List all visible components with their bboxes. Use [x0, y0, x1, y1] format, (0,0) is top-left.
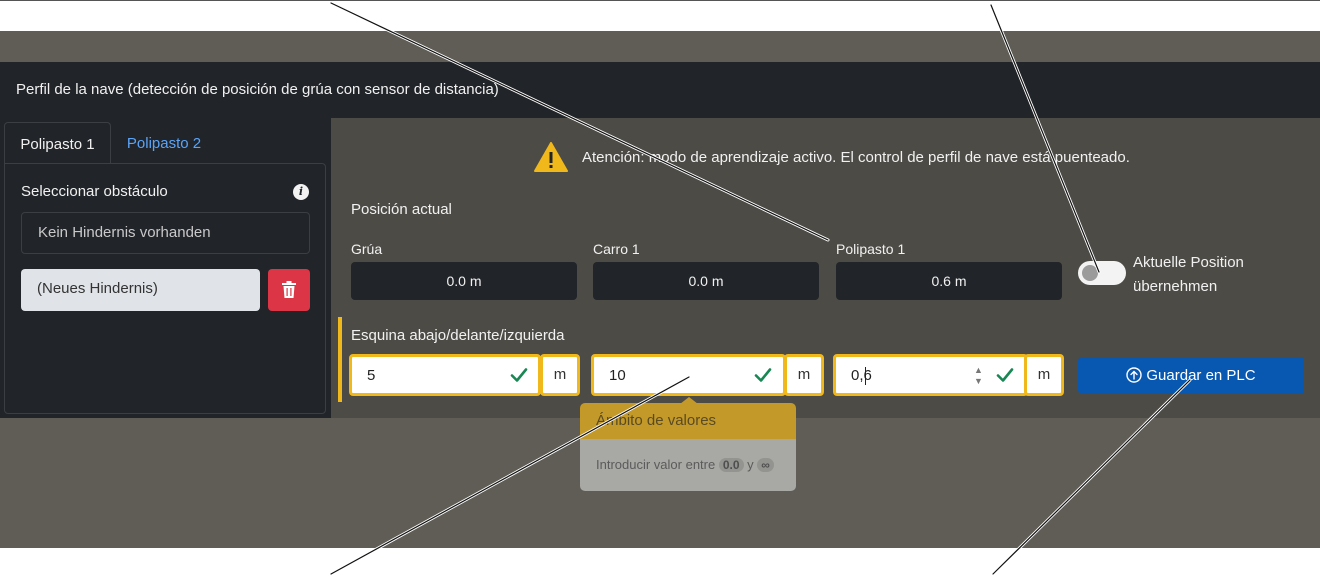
- screen: Perfil de la nave (detección de posición…: [0, 0, 1320, 580]
- obstacle-select-label: Seleccionar obstáculo: [21, 183, 168, 200]
- warning-triangle-icon: [534, 142, 568, 172]
- top-rule: [0, 0, 1320, 1]
- tooltip-max: ∞: [757, 458, 774, 472]
- obstacle-panel: Polipasto 1 Polipasto 2 Seleccionar obst…: [0, 118, 331, 418]
- crane-position-value: 0.0 m: [351, 262, 577, 300]
- learning-mode-warning: Atención: modo de aprendizaje activo. El…: [582, 149, 1130, 166]
- corner-z-value: 0,6: [851, 367, 872, 384]
- tooltip-body: Introducir valor entre 0.0 y ∞: [580, 439, 796, 491]
- tooltip-min: 0.0: [718, 458, 744, 472]
- corner-x-input[interactable]: 5: [349, 354, 541, 396]
- upload-icon: [1126, 367, 1143, 383]
- tooltip-title: Ámbito de valores: [580, 403, 796, 439]
- corner-x-value: 5: [367, 367, 376, 384]
- corner-y-input[interactable]: 10: [591, 354, 786, 396]
- crane-label: Grúa: [351, 241, 383, 257]
- corner-z-unit: m: [1024, 354, 1064, 396]
- corner-y-value: 10: [609, 367, 626, 384]
- page-header: Perfil de la nave (detección de posición…: [0, 62, 1320, 118]
- take-position-toggle[interactable]: [1078, 261, 1126, 285]
- check-icon: [754, 368, 772, 382]
- check-icon: [510, 368, 528, 382]
- save-to-plc-label: Guardar en PLC: [1146, 367, 1256, 384]
- tab-content: Seleccionar obstáculo i Kein Hindernis v…: [4, 163, 326, 414]
- trolley-position-value: 0.0 m: [593, 262, 819, 300]
- delete-obstacle-button[interactable]: [268, 269, 310, 311]
- corner-y-unit: m: [784, 354, 824, 396]
- corner-z-input[interactable]: 0,6 ▲ ▼: [833, 354, 1028, 396]
- tooltip-text: Introducir valor entre: [596, 457, 716, 472]
- toggle-knob: [1082, 265, 1098, 281]
- take-position-label: Aktuelle Position übernehmen: [1133, 254, 1244, 295]
- main-panel: Atención: modo de aprendizaje activo. El…: [331, 118, 1320, 418]
- text-caret: [865, 367, 866, 385]
- save-to-plc-button[interactable]: Guardar en PLC: [1078, 357, 1304, 394]
- info-icon[interactable]: i: [293, 184, 309, 200]
- corner-y-group[interactable]: 10 m: [591, 354, 824, 396]
- trolley-label: Carro 1: [593, 241, 640, 257]
- value-range-tooltip: Ámbito de valores Introducir valor entre…: [580, 397, 796, 491]
- corner-z-group: 0,6 ▲ ▼ m: [833, 354, 1064, 396]
- tooltip-conj: y: [747, 457, 754, 472]
- corner-x-group: 5 m: [349, 354, 580, 396]
- page-title: Perfil de la nave (detección de posición…: [16, 81, 499, 98]
- hoist-label: Polipasto 1: [836, 241, 906, 257]
- hoist-tabs: Polipasto 1 Polipasto 2: [4, 122, 326, 164]
- tab-polipasto-2[interactable]: Polipasto 2: [112, 122, 216, 164]
- obstacle-list-item[interactable]: Kein Hindernis vorhanden: [21, 212, 310, 254]
- hoist-position-value: 0.6 m: [836, 262, 1062, 300]
- check-icon: [996, 368, 1014, 382]
- tab-polipasto-1[interactable]: Polipasto 1: [4, 122, 111, 164]
- corner-x-unit: m: [540, 354, 580, 396]
- trash-icon: [282, 281, 296, 298]
- corner-section-marker: [338, 317, 342, 402]
- corner-title: Esquina abajo/delante/izquierda: [351, 327, 565, 344]
- new-obstacle-input[interactable]: (Neues Hindernis): [21, 269, 260, 311]
- number-spinner[interactable]: ▲ ▼: [974, 365, 983, 387]
- current-position-title: Posición actual: [351, 201, 452, 218]
